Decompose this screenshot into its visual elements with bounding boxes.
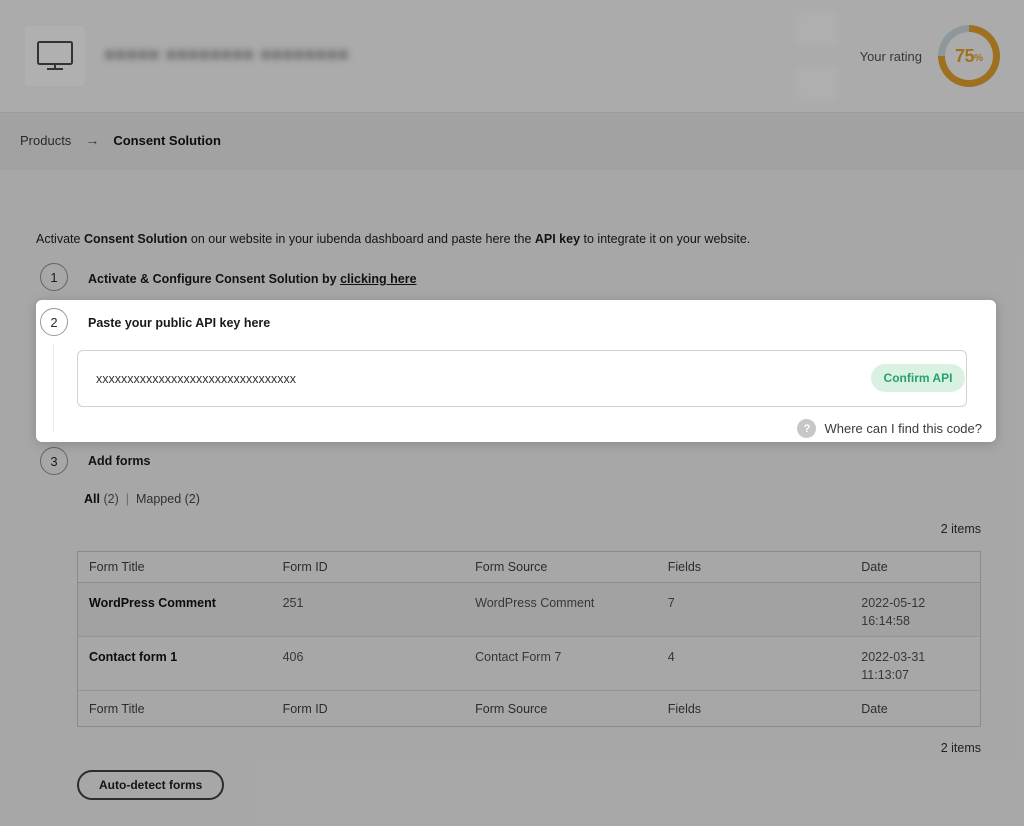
form-filters: All (2)|Mapped (2)	[84, 492, 200, 506]
breadcrumb-band: Products → Consent Solution	[0, 112, 1024, 170]
form-source-cell: Contact Form 7	[464, 637, 657, 690]
column-footer: Form Source	[464, 702, 657, 716]
column-header: Form Source	[464, 560, 657, 574]
rating-value: 75%	[945, 32, 993, 80]
items-count-top: 2 items	[0, 522, 981, 536]
your-rating-label: Your rating	[0, 49, 922, 64]
column-footer: Form Title	[78, 702, 272, 716]
ghost-thumbnail	[796, 12, 838, 46]
column-header: Date	[850, 560, 980, 574]
column-header: Form Title	[78, 560, 272, 574]
column-footer: Date	[850, 702, 980, 716]
step-2-highlight-card: 2 Paste your public API key here Confirm…	[36, 300, 996, 442]
step-1-label: Activate & Configure Consent Solution by…	[88, 272, 417, 286]
header: ●●●●● ●●●●●●●● ●●●●●●●● Your rating 75%	[0, 0, 1024, 112]
filter-all[interactable]: All	[84, 492, 100, 506]
breadcrumb: Products → Consent Solution	[20, 132, 221, 148]
step-3-circle: 3	[40, 447, 68, 475]
form-title-cell: Contact form 1	[78, 637, 272, 690]
clicking-here-link[interactable]: clicking here	[340, 272, 416, 286]
api-key-input[interactable]	[77, 350, 967, 407]
column-header: Fields	[657, 560, 851, 574]
breadcrumb-arrow-icon: →	[85, 132, 99, 148]
auto-detect-forms-button[interactable]: Auto-detect forms	[77, 770, 224, 800]
form-id-cell: 251	[272, 583, 465, 636]
step-2-label: Paste your public API key here	[88, 316, 270, 330]
table-row: WordPress Comment 251 WordPress Comment …	[78, 583, 980, 637]
filter-mapped[interactable]: Mapped (2)	[136, 492, 200, 506]
forms-table: Form Title Form ID Form Source Fields Da…	[77, 551, 981, 727]
table-footer-row: Form Title Form ID Form Source Fields Da…	[78, 691, 980, 726]
rating-ring: 75%	[938, 25, 1000, 87]
form-title-cell: WordPress Comment	[78, 583, 272, 636]
ghost-thumbnail	[796, 66, 838, 100]
fields-cell: 7	[657, 583, 851, 636]
step-1-circle: 1	[40, 263, 68, 291]
table-header-row: Form Title Form ID Form Source Fields Da…	[78, 552, 980, 583]
help-text: Where can I find this code?	[824, 421, 982, 436]
intro-text: Activate Consent Solution on our website…	[36, 232, 750, 246]
column-header: Form ID	[272, 560, 465, 574]
form-id-cell: 406	[272, 637, 465, 690]
help-row[interactable]: ? Where can I find this code?	[797, 419, 982, 438]
column-footer: Fields	[657, 702, 851, 716]
consent-solution-page: ●●●●● ●●●●●●●● ●●●●●●●● Your rating 75% …	[0, 0, 1024, 826]
breadcrumb-current: Consent Solution	[113, 133, 221, 148]
date-cell: 2022-05-1216:14:58	[850, 583, 980, 636]
confirm-api-button[interactable]: Confirm API	[871, 364, 965, 392]
table-row: Contact form 1 406 Contact Form 7 4 2022…	[78, 637, 980, 691]
api-key-field-group: Confirm API	[77, 350, 967, 407]
step-2-circle: 2	[40, 308, 68, 336]
date-cell: 2022-03-3111:13:07	[850, 637, 980, 690]
fields-cell: 4	[657, 637, 851, 690]
step-3-label: Add forms	[88, 454, 151, 468]
question-mark-icon[interactable]: ?	[797, 419, 816, 438]
step-connector-line	[53, 344, 54, 432]
column-footer: Form ID	[272, 702, 465, 716]
items-count-bottom: 2 items	[0, 741, 981, 755]
breadcrumb-products[interactable]: Products	[20, 133, 71, 148]
form-source-cell: WordPress Comment	[464, 583, 657, 636]
